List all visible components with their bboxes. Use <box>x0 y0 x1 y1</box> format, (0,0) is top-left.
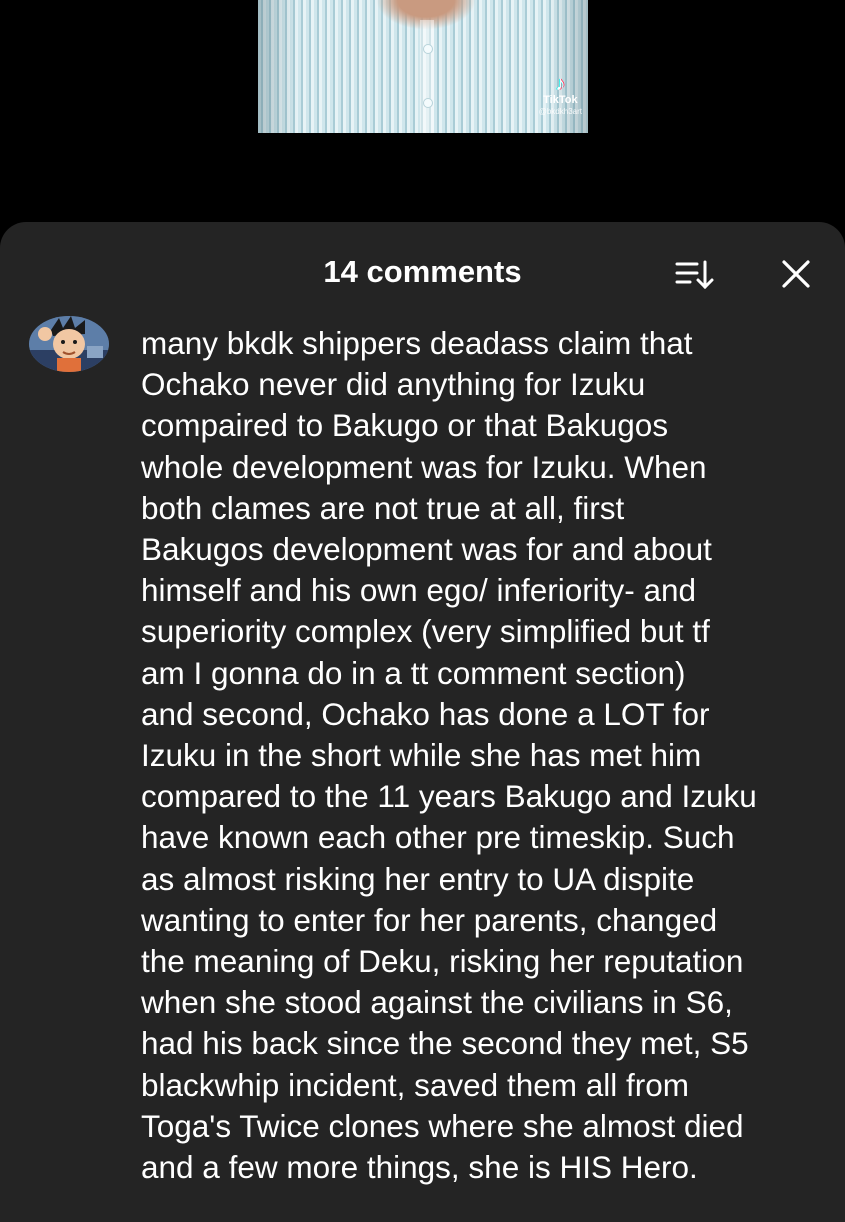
comment-line: blackwhip incident, saved them all from <box>141 1066 690 1103</box>
tiktok-watermark: ♪ TikTok @bkdkh3art <box>539 73 582 117</box>
comment-body: many bkdk shippers deadass claim that Oc… <box>141 323 831 1188</box>
video-frame[interactable]: ♪ TikTok @bkdkh3art <box>258 0 588 133</box>
comments-count-title: 14 comments <box>323 254 522 289</box>
shirt-button <box>423 44 433 54</box>
close-icon <box>782 260 810 288</box>
avatar-cartoon <box>29 316 109 372</box>
comment-line: both clames are not true at all, first <box>141 489 625 526</box>
close-comments-button[interactable] <box>774 256 818 296</box>
comments-sheet: 14 comments many bkdk shippers deadass c… <box>0 222 845 1222</box>
shirt-placket <box>420 20 434 133</box>
comment-line: the meaning of Deku, risking her reputat… <box>141 943 744 980</box>
comment-line: as almost risking her entry to UA dispit… <box>141 860 695 897</box>
video-shading <box>258 0 298 133</box>
comment-line: Ochako never did anything for Izuku <box>141 366 646 403</box>
comment-line: superiority complex (very simplified but… <box>141 613 710 650</box>
commenter-avatar[interactable] <box>29 316 109 372</box>
watermark-handle: @bkdkh3art <box>538 107 582 116</box>
video-player[interactable]: ♪ TikTok @bkdkh3art <box>0 0 845 222</box>
watermark-brand: TikTok <box>543 94 578 106</box>
shirt-button <box>423 98 433 108</box>
comment-line: am I gonna do in a tt comment section) <box>141 654 686 691</box>
comment-line: have known each other pre timeskip. Such <box>141 819 735 856</box>
comment-line: Bakugos development was for and about <box>141 531 712 568</box>
comment-line: many bkdk shippers deadass claim that <box>141 325 693 361</box>
comment-line: wanting to enter for her parents, change… <box>141 901 718 938</box>
comment-line: when she stood against the civilians in … <box>141 984 733 1021</box>
comment-line: compaired to Bakugo or that Bakugos <box>141 407 669 444</box>
comment-line: himself and his own ego/ inferiority- an… <box>141 572 697 609</box>
comment-line: had his back since the second they met, … <box>141 1025 749 1062</box>
sort-icon <box>675 260 714 290</box>
comment-line: and a few more things, she is HIS Hero. <box>141 1149 698 1186</box>
comment-line: compared to the 11 years Bakugo and Izuk… <box>141 778 757 815</box>
comment-line: Toga's Twice clones where she almost die… <box>141 1107 744 1144</box>
comment-line: whole development was for Izuku. When <box>141 448 707 485</box>
comment-line: Izuku in the short while she has met him <box>141 737 702 774</box>
tiktok-note-icon: ♪ <box>555 73 566 95</box>
sort-comments-button[interactable] <box>672 256 716 296</box>
comment-line: and second, Ochako has done a LOT for <box>141 695 710 732</box>
